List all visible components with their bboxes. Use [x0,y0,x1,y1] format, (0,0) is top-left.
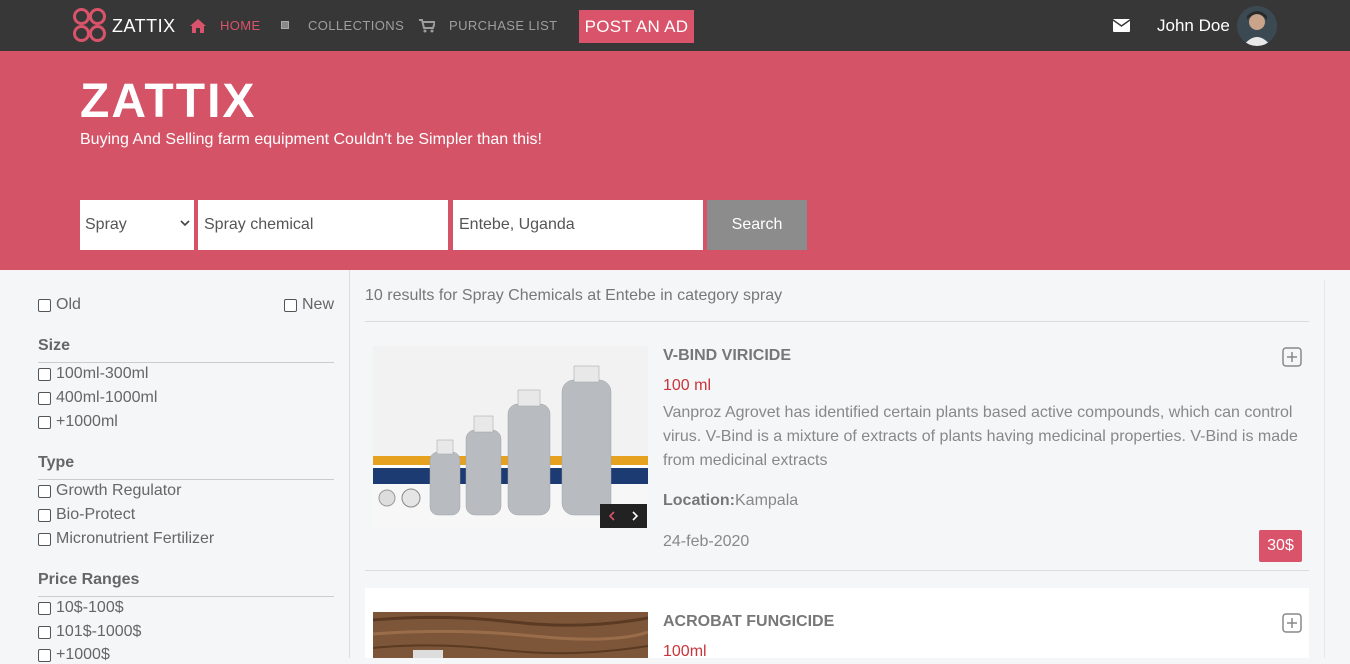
product-date: 24-feb-2020 [663,533,750,550]
filter-type-option[interactable]: Micronutrient Fertilizer [38,530,214,548]
filter-option-label: +1000ml [56,413,118,430]
checkbox-icon [38,601,51,615]
category-select[interactable]: Spray [80,200,194,250]
product-location: Location:Kampala [663,492,798,510]
nav-collections-label: COLLECTIONS [308,18,405,33]
filter-type-option[interactable]: Bio-Protect [38,506,135,524]
location-label: Location: [663,492,735,509]
product-image[interactable] [373,346,648,528]
filter-price-title: Price Ranges [38,571,140,588]
top-navbar: ZATTIX HOME COLLECTIONS PURCHASE LIST PO… [0,0,1350,51]
add-to-list-icon[interactable] [1282,613,1302,633]
location-value: Entebe, Uganda [459,216,575,233]
search-button[interactable]: Search [707,200,807,250]
filter-old-label: Old [56,296,81,313]
checkbox-icon [38,508,51,522]
filter-option-label: 10$-100$ [56,599,124,616]
checkbox-icon [38,298,51,312]
product-title[interactable]: ACROBAT FUNGICIDE [663,613,834,631]
price-badge: 30$ [1259,530,1302,562]
divider [365,570,1309,571]
filter-price-option[interactable]: +1000$ [38,646,110,664]
chevron-right-icon[interactable] [631,511,639,521]
filter-old-checkbox[interactable]: Old [38,296,81,314]
filter-option-label: +1000$ [56,646,110,663]
divider [38,479,334,480]
product-image[interactable] [373,612,648,658]
filter-option-label: 100ml-300ml [56,365,149,382]
filter-new-checkbox[interactable]: New [284,296,334,314]
filter-size-option[interactable]: 100ml-300ml [38,365,148,383]
results-summary: 10 results for Spray Chemicals at Entebe… [365,287,783,304]
post-ad-button[interactable]: POST AN AD [579,10,694,43]
square-icon [281,21,289,29]
filter-type-option[interactable]: Growth Regulator [38,482,181,500]
filter-size-option[interactable]: +1000ml [38,413,118,431]
product-size: 100ml [663,643,707,660]
product-size: 100 ml [663,377,712,394]
hero-title: ZATTIX [80,75,257,128]
nav-purchase-list-label: PURCHASE LIST [449,18,558,33]
product-photo-bottles [373,346,648,528]
search-query-input[interactable]: Spray chemical [198,200,448,250]
product-photo-wood [373,612,648,658]
user-name[interactable]: John Doe [1157,16,1230,36]
search-query-value: Spray chemical [204,216,314,233]
nav-home[interactable]: HOME [190,18,261,33]
nav-home-label: HOME [220,18,261,33]
product-description: Vanproz Agrovet has identified certain p… [663,404,1298,469]
zattix-logo-icon [73,8,107,44]
divider [38,596,334,597]
cart-icon [419,18,435,32]
brand-name: ZATTIX [112,15,176,36]
add-to-list-icon[interactable] [1282,347,1302,367]
filter-option-label: 101$-1000$ [56,623,142,640]
nav-collections[interactable]: COLLECTIONS [281,18,404,33]
filter-size-option[interactable]: 400ml-1000ml [38,389,157,407]
filter-option-label: Bio-Protect [56,506,136,523]
avatar-image [1237,6,1277,46]
divider [365,321,1309,322]
divider [38,362,334,363]
user-avatar[interactable] [1237,6,1277,46]
nav-purchase-list[interactable]: PURCHASE LIST [419,18,558,33]
location-input[interactable]: Entebe, Uganda [453,200,703,250]
hero-subtitle: Buying And Selling farm equipment Couldn… [80,131,542,148]
category-select-value: Spray [85,216,127,233]
checkbox-icon [284,298,297,312]
checkbox-icon [38,648,51,662]
filter-type-title: Type [38,454,75,471]
filter-option-label: 400ml-1000ml [56,389,158,406]
image-carousel-controls [600,504,647,528]
filter-option-label: Growth Regulator [56,482,182,499]
product-title[interactable]: V-BIND VIRICIDE [663,347,791,365]
filter-price-option[interactable]: 101$-1000$ [38,623,141,641]
filter-size-title: Size [38,337,71,354]
envelope-icon[interactable] [1113,19,1130,32]
content-right-border [1324,280,1325,658]
chevron-down-icon [180,220,190,227]
filter-new-label: New [302,296,335,313]
sidebar-divider [349,270,350,658]
filter-option-label: Micronutrient Fertilizer [56,530,215,547]
filter-price-option[interactable]: 10$-100$ [38,599,124,617]
checkbox-icon [38,532,51,546]
chevron-left-icon[interactable] [608,511,616,521]
checkbox-icon [38,367,51,381]
checkbox-icon [38,415,51,429]
home-icon [190,18,206,33]
location-value: Kampala [735,492,799,509]
brand-link[interactable]: ZATTIX [73,8,176,44]
checkbox-icon [38,625,51,639]
checkbox-icon [38,391,51,405]
checkbox-icon [38,484,51,498]
